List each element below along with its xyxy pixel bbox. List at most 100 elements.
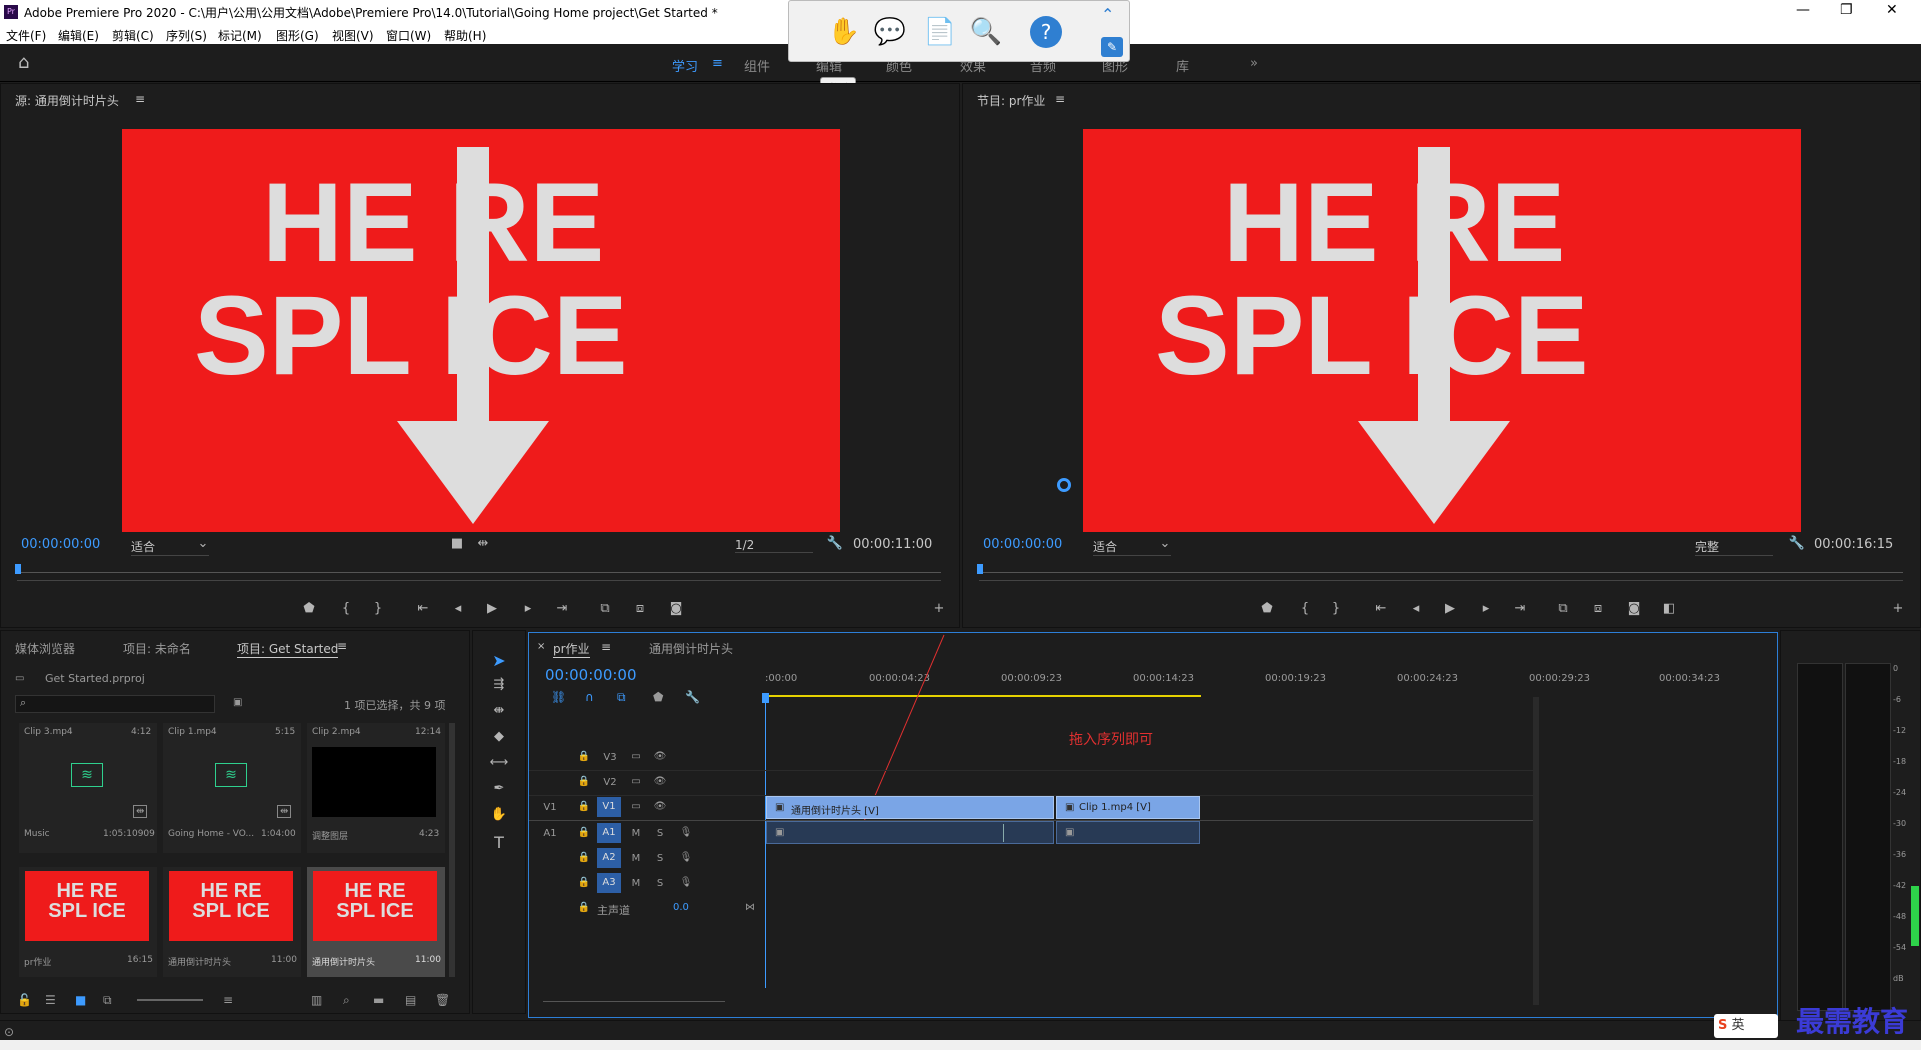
source-export-frame-icon[interactable]: ■ [447,536,467,551]
go-to-end-icon[interactable]: ⋈ [741,902,759,913]
mark-in-icon[interactable]: { [336,601,356,616]
source-menu-icon[interactable]: ≡ [135,92,145,106]
program-quality-select[interactable]: 完整 [1695,538,1773,556]
program-step-back-icon[interactable]: ◂ [1406,601,1426,616]
workspace-menu-icon[interactable]: ≡ [712,56,723,71]
video-clip-clip1[interactable]: ▣ Clip 1.mp4 [V] [1056,796,1200,819]
mic-icon[interactable]: 🎙 [677,877,695,888]
lift-icon[interactable]: ⧉ [1553,601,1573,616]
menu-window[interactable]: 窗口(W) [386,27,431,44]
eye-icon[interactable]: 👁 [651,751,669,762]
selection-tool-icon[interactable]: ➤ [489,651,509,670]
menu-edit[interactable]: 编辑(E) [58,27,99,44]
track-sync-icon[interactable]: ▭ [627,801,645,812]
tab-project-get-started[interactable]: 项目: Get Started [237,640,339,658]
program-step-forward-icon[interactable]: ▸ [1476,601,1496,616]
menu-marker[interactable]: 标记(M) [218,27,262,44]
program-playhead[interactable] [977,564,983,574]
find-icon[interactable]: ⌕ [343,993,350,1008]
minimize-button[interactable]: — [1796,2,1810,18]
video-clip-countdown[interactable]: ▣ 通用倒计时片头 [V] [766,796,1054,819]
more-workspaces-icon[interactable]: » [1250,56,1258,71]
insert-icon[interactable]: ⧉ [595,601,615,616]
track-label[interactable]: A1 [597,823,621,843]
mic-icon[interactable]: 🎙 [677,852,695,863]
ime-indicator[interactable]: S 英 [1714,1014,1778,1038]
step-back-icon[interactable]: ◂ [448,601,468,616]
eye-icon[interactable]: 👁 [651,801,669,812]
tab-media-browser[interactable]: 媒体浏览器 [15,640,75,657]
project-item[interactable]: HE RE SPL ICE 通用倒计时片头 11:00 [163,867,301,977]
source-wrench-icon[interactable]: 🔧 [825,536,845,551]
home-icon[interactable]: ⌂ [18,52,29,73]
collapse-icon[interactable]: ⌃ [1101,5,1114,24]
program-wrench-icon[interactable]: 🔧 [1787,536,1807,551]
source-v1-label[interactable]: V1 [541,802,559,813]
extract-icon[interactable]: ⧈ [1588,601,1608,616]
menu-sequence[interactable]: 序列(S) [166,27,207,44]
track-lock-icon[interactable]: 🔒 [575,852,593,863]
ripple-edit-tool-icon[interactable]: ⇼ [489,703,509,718]
lock-icon[interactable]: 🔓 [17,993,32,1007]
new-search-bin-icon[interactable]: ▣ [233,697,242,708]
master-value[interactable]: 0.0 [673,902,689,913]
menu-clip[interactable]: 剪辑(C) [112,27,154,44]
go-to-in-icon[interactable]: ⇤ [413,601,433,616]
source-drag-video-icon[interactable]: ⇹ [473,536,493,551]
add-marker-icon[interactable]: ⬟ [299,601,319,616]
program-camera-icon[interactable]: ◙ [1624,601,1644,616]
track-label[interactable]: V3 [601,752,619,763]
source-add-button-icon[interactable]: + [929,601,949,616]
project-item[interactable]: Clip 1.mp4 5:15 ≋ ⇹ Going Home - VO... 1… [163,723,301,853]
track-label[interactable]: V1 [597,797,621,817]
program-title[interactable]: 节目: pr作业 [977,92,1045,109]
source-timecode[interactable]: 00:00:00:00 [21,537,100,552]
camera-icon[interactable]: ◙ [666,601,686,616]
menu-graphics[interactable]: 图形(G) [276,27,319,44]
chat-icon[interactable]: 💬 [869,11,911,53]
comparison-view-icon[interactable]: ◧ [1659,601,1679,616]
track-lock-icon[interactable]: 🔒 [575,902,593,913]
program-time-ruler[interactable] [979,572,1903,573]
freeform-view-icon[interactable]: ⧉ [103,993,112,1008]
program-go-to-out-icon[interactable]: ⇥ [1510,601,1530,616]
mute-button[interactable]: M [627,878,645,889]
project-search-input[interactable]: ⌕ [15,695,215,713]
overwrite-icon[interactable]: ⧈ [630,601,650,616]
track-lock-icon[interactable]: 🔒 [575,776,593,787]
project-item[interactable]: HE RE SPL ICE pr作业 16:15 [19,867,157,977]
track-lock-icon[interactable]: 🔒 [575,827,593,838]
magnifier-icon[interactable]: 🔍 [965,11,1007,53]
mark-out-icon[interactable]: } [368,601,388,616]
program-go-to-in-icon[interactable]: ⇤ [1371,601,1391,616]
new-item-icon[interactable]: ▤ [405,993,416,1007]
track-label[interactable]: A2 [597,848,621,868]
track-label[interactable]: V2 [601,777,619,788]
source-resolution-select[interactable]: 1/2 [735,538,813,553]
project-scrollbar[interactable] [449,723,455,977]
help-icon[interactable]: ? [1025,11,1067,53]
timeline-horizontal-scroll[interactable] [543,1001,725,1002]
automate-icon[interactable]: ▥ [311,993,322,1007]
tab-project-untitled[interactable]: 项目: 未命名 [123,640,191,657]
new-bin-icon[interactable]: ▬ [373,993,384,1007]
solo-button[interactable]: S [651,853,669,864]
track-label[interactable]: A3 [597,873,621,893]
track-sync-icon[interactable]: ▭ [627,751,645,762]
source-scroll-bar[interactable] [17,580,941,581]
source-time-ruler[interactable] [17,572,941,573]
delete-icon[interactable]: 🗑 [435,993,450,1007]
icon-view-icon[interactable]: ■ [75,993,86,1007]
program-add-button-icon[interactable]: + [1888,601,1908,616]
program-menu-icon[interactable]: ≡ [1055,92,1065,106]
program-mark-in-icon[interactable]: { [1295,601,1315,616]
mic-icon[interactable]: 🎙 [677,827,695,838]
track-lock-icon[interactable]: 🔒 [575,751,593,762]
eye-icon[interactable]: 👁 [651,776,669,787]
source-a1-label[interactable]: A1 [541,828,559,839]
menu-view[interactable]: 视图(V) [332,27,374,44]
audio-clip-clip1[interactable]: ▣ [1056,821,1200,844]
raise-hand-icon[interactable]: ✋ [823,11,865,53]
project-menu-icon[interactable]: ≡ [337,639,347,653]
razor-tool-icon[interactable]: ◆ [489,729,509,744]
